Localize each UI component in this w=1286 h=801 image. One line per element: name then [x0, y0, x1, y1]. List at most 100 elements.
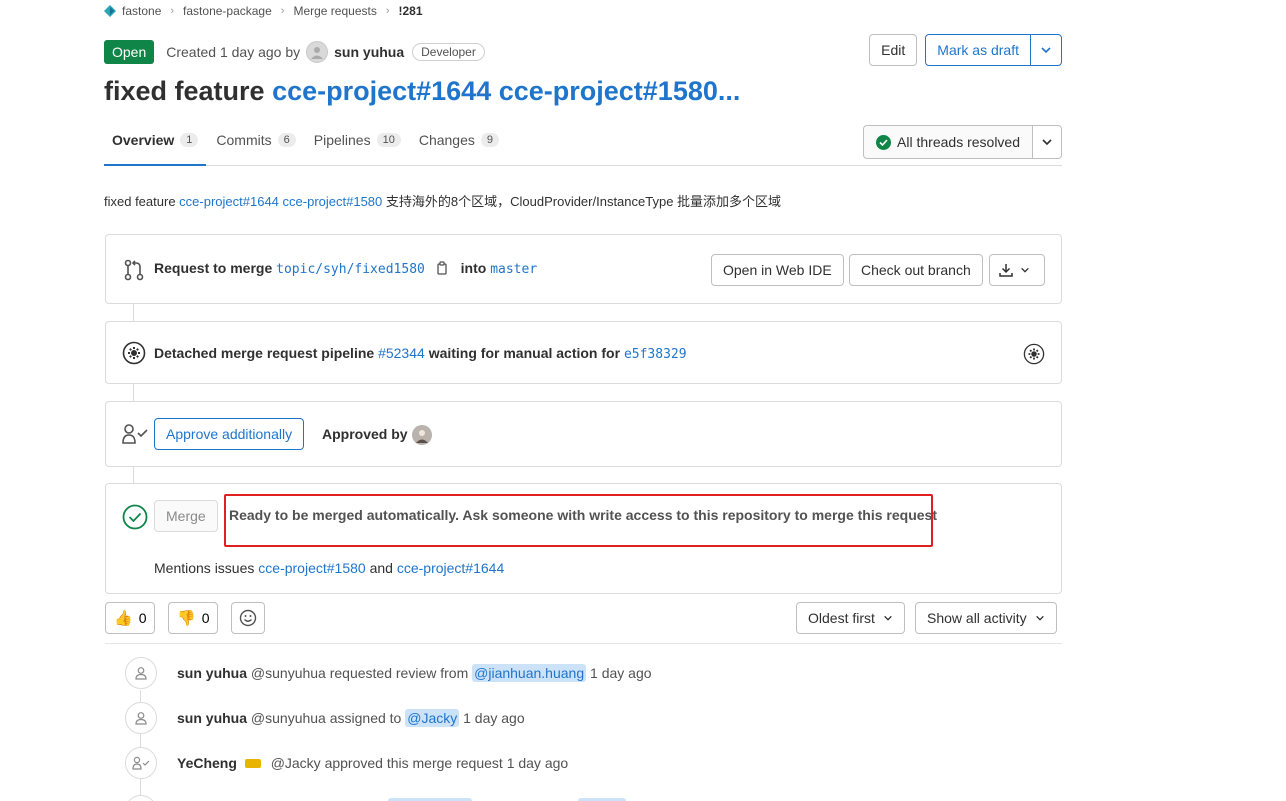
mentioned-issue-1580-link[interactable]: cce-project#1580: [258, 560, 365, 576]
breadcrumb-fastone[interactable]: fastone: [122, 4, 161, 18]
copy-icon[interactable]: [435, 261, 449, 275]
into-label: into: [460, 260, 487, 276]
mr-tabs: Overview 1 Commits 6 Pipelines 10 Change…: [104, 124, 1062, 166]
description-text: fixed feature: [104, 194, 176, 209]
activity-item: sun yuhua @sunyuhua requested review fro…: [105, 657, 1062, 693]
activity-text: sun yuhua @sunyuhua assigned to @Jacky 1…: [177, 709, 525, 727]
activity-time: 1 day ago: [463, 710, 525, 726]
activity-action: approved this merge request: [324, 755, 503, 771]
threads-dropdown-button[interactable]: [1032, 125, 1062, 159]
pipeline-link[interactable]: #52344: [378, 345, 425, 361]
download-dropdown-button[interactable]: [989, 254, 1045, 286]
page-title: fixed feature cce-project#1644 cce-proje…: [104, 76, 740, 107]
activity-item: YeCheng @Jacky approved this merge reque…: [105, 747, 1062, 783]
activity-user-icon: [125, 657, 157, 689]
tab-label: Changes: [418, 132, 475, 148]
manual-action-icon[interactable]: [1023, 343, 1045, 365]
pipeline-card: Detached merge request pipeline #52344 w…: [105, 321, 1062, 384]
breadcrumb-merge-requests[interactable]: Merge requests: [293, 4, 376, 18]
open-in-web-ide-button[interactable]: Open in Web IDE: [711, 254, 844, 286]
reactions-bar: 👍 0 👎 0 Oldest first Show all activity: [105, 602, 1062, 644]
description-issue-link-1644[interactable]: cce-project#1644: [179, 194, 279, 209]
activity-filter-dropdown[interactable]: Show all activity: [915, 602, 1057, 634]
target-branch-link[interactable]: master: [490, 262, 537, 277]
activity-action: requested review from: [329, 665, 469, 681]
mentions-issues: Mentions issues cce-project#1580 and cce…: [154, 560, 504, 576]
tab-label: Overview: [112, 132, 175, 148]
tab-overview[interactable]: Overview 1: [104, 124, 207, 166]
activity-handle: @sunyuhua: [250, 710, 326, 726]
thumbs-down-icon: 👎: [177, 610, 196, 627]
draft-split-button: Mark as draft: [925, 34, 1062, 66]
activity-author[interactable]: YeCheng: [177, 755, 237, 771]
status-badge: Open: [104, 40, 155, 64]
threads-control: All threads resolved: [863, 125, 1062, 159]
chevron-down-icon: [1035, 615, 1044, 621]
sort-label: Oldest first: [808, 610, 875, 626]
pipeline-status: waiting for manual action for: [428, 345, 621, 361]
mr-description: fixed feature cce-project#1644 cce-proje…: [104, 191, 781, 210]
merge-button[interactable]: Merge: [154, 500, 218, 532]
breadcrumb-fastone-package[interactable]: fastone-package: [183, 4, 272, 18]
mr-header: Open Created 1 day ago by sun yuhua Deve…: [104, 34, 1062, 66]
header-actions: Edit Mark as draft: [869, 34, 1062, 66]
avatar[interactable]: [306, 41, 329, 63]
activity-author[interactable]: sun yuhua: [177, 665, 247, 681]
badge-icon: [244, 759, 261, 768]
description-issue-link-1580[interactable]: cce-project#1580: [283, 194, 383, 209]
approver-avatar[interactable]: [412, 425, 432, 445]
author-link[interactable]: sun yuhua: [334, 44, 404, 60]
edit-button[interactable]: Edit: [869, 34, 918, 66]
activity-action: assigned to: [329, 710, 402, 726]
check-out-branch-button[interactable]: Check out branch: [849, 254, 983, 286]
commit-link[interactable]: e5f38329: [624, 347, 687, 362]
mentions-label: Mentions issues: [154, 560, 255, 576]
tab-count: 6: [277, 133, 296, 147]
breadcrumb-mr-id[interactable]: !281: [399, 4, 423, 18]
user-icon: [311, 47, 324, 59]
add-reaction-button[interactable]: [231, 602, 265, 634]
activity-text: YeCheng @Jacky approved this merge reque…: [177, 755, 568, 771]
mark-as-draft-button[interactable]: Mark as draft: [925, 34, 1031, 66]
description-text: 支持海外的8个区域，CloudProvider/InstanceType 批量添…: [385, 194, 782, 209]
highlight-annotation-box: [224, 494, 933, 547]
activity-item: sun yuhua @sunyuhua assigned to @Jacky 1…: [105, 702, 1062, 738]
title-text: fixed feature: [104, 76, 265, 106]
tab-changes[interactable]: Changes 9: [411, 124, 507, 166]
thumbs-up-button[interactable]: 👍 0: [105, 602, 156, 634]
threads-resolved-button[interactable]: All threads resolved: [863, 125, 1033, 159]
pipeline-manual-icon: [122, 341, 146, 365]
approved-by-label: Approved by: [322, 426, 408, 442]
smiley-icon: [239, 609, 257, 627]
title-issue-link-1580[interactable]: cce-project#1580...: [499, 76, 741, 106]
tab-pipelines[interactable]: Pipelines 10: [306, 124, 409, 166]
chevron-down-icon: [1041, 47, 1051, 54]
activity-author[interactable]: sun yuhua: [177, 710, 247, 726]
breadcrumb-separator-icon: ›: [385, 5, 390, 17]
sort-dropdown[interactable]: Oldest first: [796, 602, 905, 634]
check-circle-icon: [876, 134, 892, 150]
activity-approval-icon: [125, 747, 157, 779]
tab-count: 9: [480, 133, 499, 147]
breadcrumb-separator-icon: ›: [170, 5, 175, 17]
pipeline-label: Detached merge request pipeline: [154, 345, 375, 361]
draft-dropdown-button[interactable]: [1030, 34, 1062, 66]
approve-additionally-button[interactable]: Approve additionally: [154, 418, 305, 450]
thumbs-down-button[interactable]: 👎 0: [168, 602, 219, 634]
user-mention[interactable]: @jianhuan.huang: [472, 664, 587, 682]
pipeline-status-text: Detached merge request pipeline #52344 w…: [154, 345, 687, 362]
activity-handle: @sunyuhua: [250, 665, 326, 681]
role-badge: Developer: [412, 43, 485, 61]
title-issue-link-1644[interactable]: cce-project#1644: [272, 76, 491, 106]
tab-commits[interactable]: Commits 6: [208, 124, 303, 166]
mentioned-issue-1644-link[interactable]: cce-project#1644: [397, 560, 504, 576]
activity-text: sun yuhua @sunyuhua requested review fro…: [177, 664, 652, 682]
source-branch-link[interactable]: topic/syh/fixed1580: [276, 262, 425, 277]
activity-filter-label: Show all activity: [927, 610, 1027, 626]
activity-item-partial: [125, 795, 157, 801]
merge-branches-text: Request to merge topic/syh/fixed1580 int…: [154, 260, 537, 277]
thumbs-down-count: 0: [201, 610, 210, 626]
status-success-icon: [122, 504, 148, 530]
user-mention[interactable]: @Jacky: [405, 709, 460, 727]
chevron-down-icon: [884, 615, 892, 621]
